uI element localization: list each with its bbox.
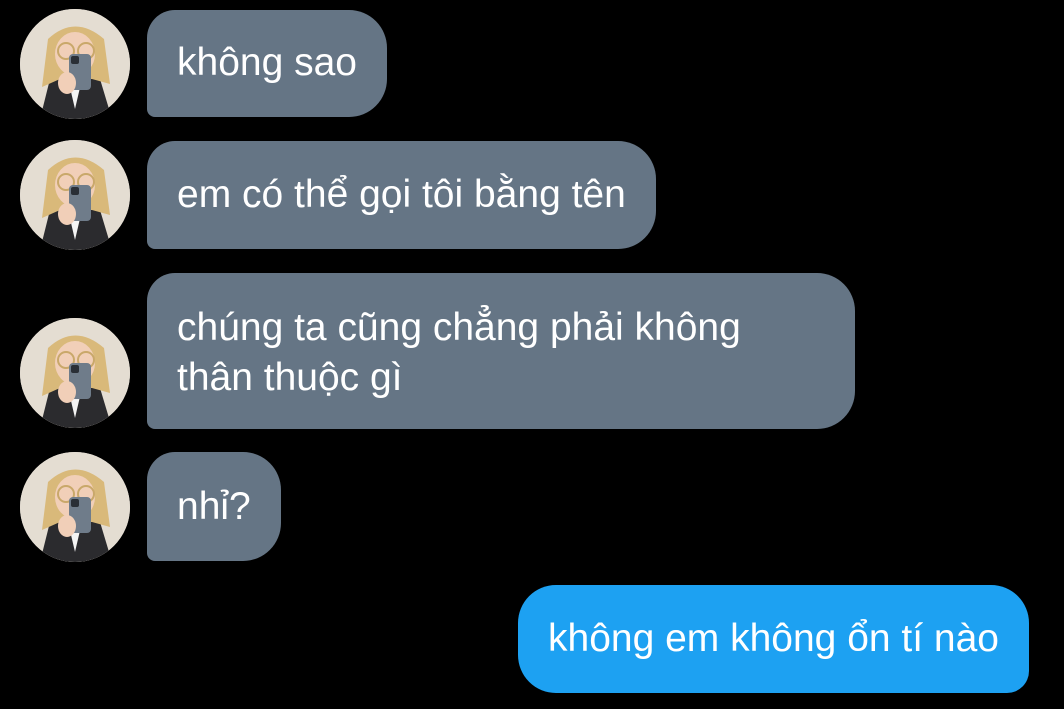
- avatar[interactable]: [20, 452, 130, 562]
- message-text-line-2: thân thuộc gì: [177, 356, 403, 399]
- outgoing-message-bubble[interactable]: không em không ổn tí nào: [518, 585, 1029, 693]
- message-text: không sao: [177, 41, 357, 84]
- message-text: không em không ổn tí nào: [548, 617, 999, 660]
- message-text-line-1: chúng ta cũng chẳng phải không: [177, 306, 741, 349]
- avatar[interactable]: [20, 140, 130, 250]
- avatar[interactable]: [20, 9, 130, 119]
- avatar-photo: [20, 318, 130, 428]
- message-text: em có thể gọi tôi bằng tên: [177, 173, 626, 216]
- incoming-message-bubble[interactable]: nhỉ?: [147, 452, 281, 561]
- incoming-message-bubble[interactable]: em có thể gọi tôi bằng tên: [147, 141, 656, 249]
- incoming-message-bubble[interactable]: chúng ta cũng chẳng phải không thân thuộ…: [147, 273, 855, 429]
- avatar-photo: [20, 9, 130, 119]
- avatar[interactable]: [20, 318, 130, 428]
- avatar-photo: [20, 140, 130, 250]
- avatar-photo: [20, 452, 130, 562]
- incoming-message-bubble[interactable]: không sao: [147, 10, 387, 117]
- message-text: nhỉ?: [177, 485, 251, 528]
